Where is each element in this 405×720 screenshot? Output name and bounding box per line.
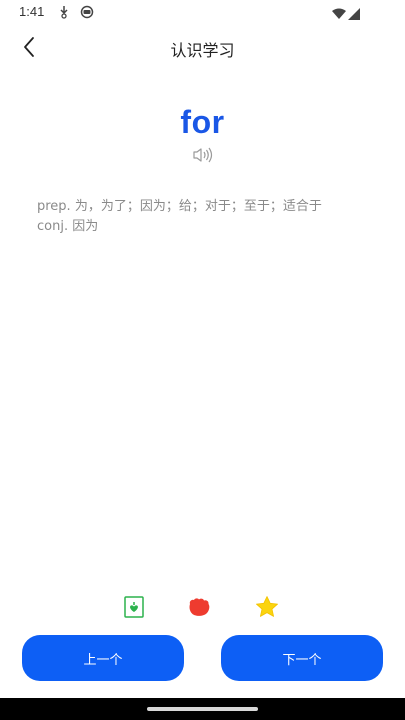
next-button[interactable]: 下一个 xyxy=(221,635,383,681)
prev-button[interactable]: 上一个 xyxy=(22,635,184,681)
yellow-star-icon[interactable] xyxy=(254,595,280,619)
definition-line: prep. 为，为了；因为；给；对于；至于；适合于 xyxy=(37,199,322,214)
sync-icon xyxy=(80,4,94,23)
system-navigation-bar xyxy=(0,698,405,720)
download-icon xyxy=(58,4,70,23)
definition-line: conj. 因为 xyxy=(37,219,99,234)
page-title: 认识学习 xyxy=(170,41,235,60)
vocab-word: for xyxy=(180,104,225,140)
wifi-icon xyxy=(331,5,347,24)
speaker-icon xyxy=(193,147,213,163)
speaker-button[interactable] xyxy=(192,146,214,164)
home-indicator[interactable] xyxy=(147,707,258,711)
red-hand-icon[interactable] xyxy=(186,595,212,619)
definitions: prep. 为，为了；因为；给；对于；至于；适合于 conj. 因为 xyxy=(37,197,382,237)
status-bar: 1:41 xyxy=(0,0,405,24)
app-bar: 认识学习 xyxy=(0,24,405,70)
signal-icon xyxy=(348,5,361,24)
status-time: 1:41 xyxy=(19,4,45,19)
green-card-icon[interactable] xyxy=(122,595,146,619)
